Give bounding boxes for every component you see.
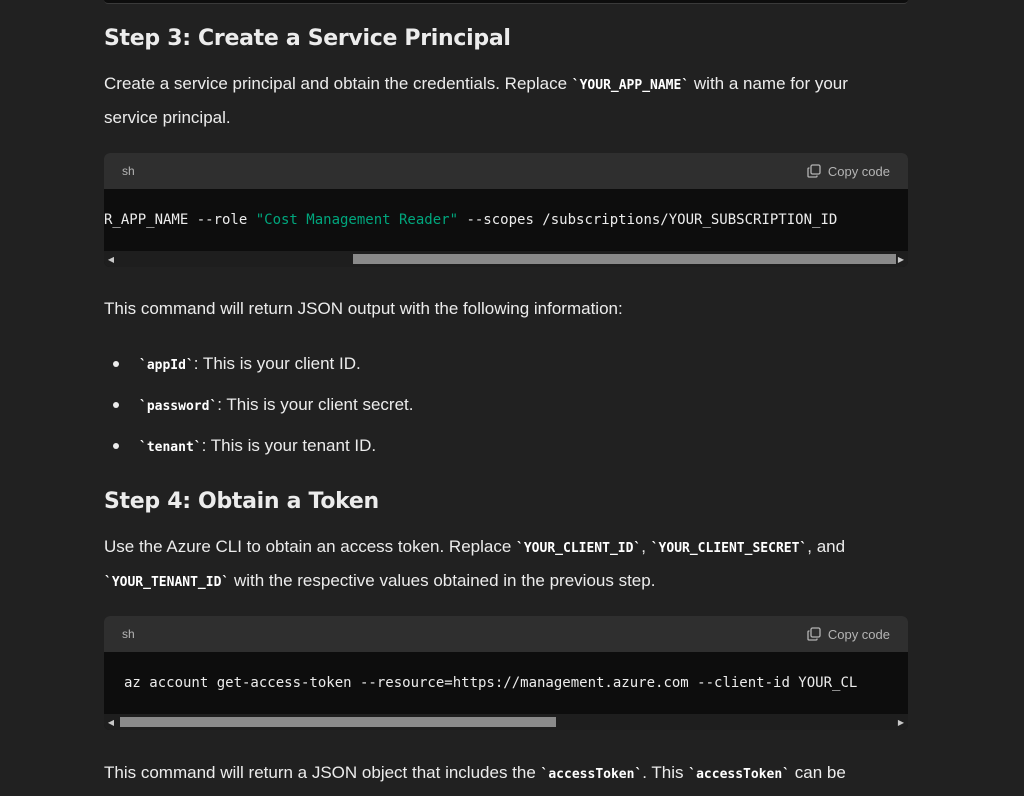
list-item: `tenant`: This is your tenant ID. (104, 425, 904, 466)
inline-code: `password` (139, 398, 218, 414)
previous-code-block-edge (104, 0, 908, 4)
step3-result-text: This command will return JSON output wit… (104, 299, 623, 318)
inline-code-tenant-id: `YOUR_TENANT_ID` (104, 575, 230, 590)
step3-description-text: Create a service principal and obtain th… (104, 74, 572, 93)
step3-code-block: sh Copy code R_APP_NAME --role "Cost Man… (104, 153, 908, 267)
scroll-left-arrow-icon[interactable]: ◀ (104, 251, 118, 267)
list-item-description: : This is your client secret. (217, 394, 414, 414)
step4-text-1: Use the Azure CLI to obtain an access to… (104, 537, 517, 556)
inline-code: `tenant` (139, 439, 202, 455)
code-text: R_APP_NAME --role (104, 212, 256, 228)
code-content: az account get-access-token --resource=h… (104, 652, 908, 714)
inline-code-client-id: `YOUR_CLIENT_ID` (516, 541, 642, 556)
step4-result-text: This command will return a JSON object t… (104, 757, 904, 791)
copy-code-button[interactable]: Copy code (806, 626, 890, 642)
inline-code-client-secret: `YOUR_CLIENT_SECRET` (650, 541, 808, 556)
scrollbar-track[interactable] (120, 717, 892, 727)
step4-heading: Step 4: Obtain a Token (104, 489, 379, 514)
list-item-text: `password`: This is your client secret. (139, 395, 413, 415)
scrollbar-track[interactable] (120, 254, 896, 264)
result-text-1: This command will return a JSON object t… (104, 763, 541, 782)
code-block-header: sh Copy code (104, 616, 908, 652)
copy-icon (807, 164, 821, 178)
bullet-icon (113, 360, 119, 367)
copy-code-label: Copy code (827, 163, 890, 179)
step4-description: Use the Azure CLI to obtain an access to… (104, 531, 894, 599)
step3-heading: Step 3: Create a Service Principal (104, 26, 511, 51)
code-language-label: sh (122, 627, 135, 641)
bullet-icon (113, 442, 119, 449)
step4-text-4: with the respective values obtained in t… (229, 571, 656, 590)
bullet-icon (113, 401, 119, 408)
code-text-2: --scopes /subscriptions/YOUR_SUBSCRIPTIO… (458, 212, 838, 228)
inline-code-access-token: `accessToken` (540, 767, 643, 782)
step3-description: Create a service principal and obtain th… (104, 68, 904, 134)
list-item: `appId`: This is your client ID. (104, 343, 904, 384)
step4-code-block: sh Copy code az account get-access-token… (104, 616, 908, 730)
copy-icon (807, 627, 821, 641)
inline-code: `appId` (139, 357, 194, 373)
scrollbar-thumb[interactable] (353, 254, 896, 264)
scrollbar-thumb[interactable] (120, 717, 556, 727)
scroll-left-arrow-icon[interactable]: ◀ (104, 714, 118, 730)
horizontal-scrollbar[interactable]: ◀ ▶ (104, 251, 908, 267)
copy-code-label: Copy code (827, 626, 890, 642)
list-item-text: `appId`: This is your client ID. (139, 354, 361, 374)
step4-text-3: , and (807, 537, 846, 556)
list-item-text: `tenant`: This is your tenant ID. (139, 436, 376, 456)
scroll-right-arrow-icon[interactable]: ▶ (894, 251, 908, 267)
result-text-3: can be (790, 763, 846, 782)
code-content: R_APP_NAME --role "Cost Management Reade… (104, 189, 908, 251)
list-item-description: : This is your client ID. (193, 353, 361, 373)
list-item: `password`: This is your client secret. (104, 384, 904, 425)
result-text-2: . This (642, 763, 689, 782)
code-string: "Cost Management Reader" (255, 212, 459, 228)
copy-code-button[interactable]: Copy code (806, 163, 890, 179)
horizontal-scrollbar[interactable]: ◀ ▶ (104, 714, 908, 730)
step4-text-2: , (641, 537, 651, 556)
scroll-right-arrow-icon[interactable]: ▶ (894, 714, 908, 730)
inline-code-access-token-2: `accessToken` (688, 767, 791, 782)
code-language-label: sh (122, 164, 135, 178)
code-block-header: sh Copy code (104, 153, 908, 189)
credential-list: `appId`: This is your client ID. `passwo… (104, 343, 904, 466)
list-item-description: : This is your tenant ID. (201, 435, 377, 455)
code-text: az account get-access-token --resource=h… (124, 675, 858, 691)
inline-code-app-name: `YOUR_APP_NAME` (571, 78, 690, 93)
